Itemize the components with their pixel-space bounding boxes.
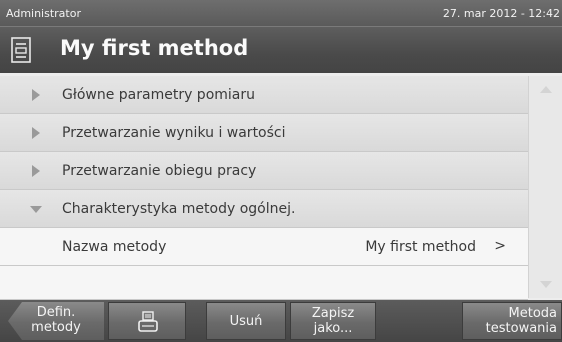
collapse-arrow-icon [30,206,42,213]
expand-arrow-icon [32,165,40,177]
print-button[interactable] [108,302,186,340]
status-bar: Administrator 27. mar 2012 - 12:42 [0,0,562,26]
scrollbar[interactable] [528,76,562,298]
section-general-characteristics[interactable]: Charakterystyka metody ogólnej. [0,190,528,228]
empty-row [0,266,528,300]
title-bar: My first method [0,26,562,73]
section-result-processing[interactable]: Przetwarzanie wyniku i wartości [0,114,528,152]
section-workflow-processing[interactable]: Przetwarzanie obiegu pracy [0,152,528,190]
test-method-button[interactable]: Metoda testowania [462,302,562,340]
section-label: Przetwarzanie obiegu pracy [62,163,257,179]
button-label: testowania [485,321,557,336]
button-label: Usuń [229,314,263,329]
method-settings-list: Główne parametry pomiaru Przetwarzanie w… [0,76,528,300]
printer-icon [138,311,158,332]
scroll-up-icon[interactable] [540,84,552,94]
define-method-button[interactable]: Defin. metody [8,302,104,340]
save-as-button[interactable]: Zapisz jako... [290,302,376,340]
section-label: Główne parametry pomiaru [62,87,255,103]
button-label: Metoda [508,306,557,321]
button-label: jako... [313,321,353,336]
page-title: My first method [60,36,249,60]
setting-value: My first method [365,239,476,255]
button-label: Zapisz [311,306,355,321]
delete-button[interactable]: Usuń [206,302,286,340]
expand-arrow-icon [32,127,40,139]
bottom-toolbar: Defin. metody Usuń Zapisz jako... Metoda… [0,300,562,342]
chevron-right-icon: > [494,238,506,254]
setting-label: Nazwa metody [62,239,167,255]
button-label: Defin. [36,305,76,320]
section-label: Charakterystyka metody ogólnej. [62,201,296,217]
button-label: metody [31,320,81,335]
expand-arrow-icon [32,89,40,101]
current-user: Administrator [6,7,81,20]
section-main-parameters[interactable]: Główne parametry pomiaru [0,76,528,114]
date-time: 27. mar 2012 - 12:42 [442,7,560,20]
method-document-icon [11,37,31,63]
section-label: Przetwarzanie wyniku i wartości [62,125,286,141]
scroll-down-icon[interactable] [540,280,552,290]
setting-method-name[interactable]: Nazwa metody My first method > [0,228,528,266]
screen: Administrator 27. mar 2012 - 12:42 My fi… [0,0,562,342]
